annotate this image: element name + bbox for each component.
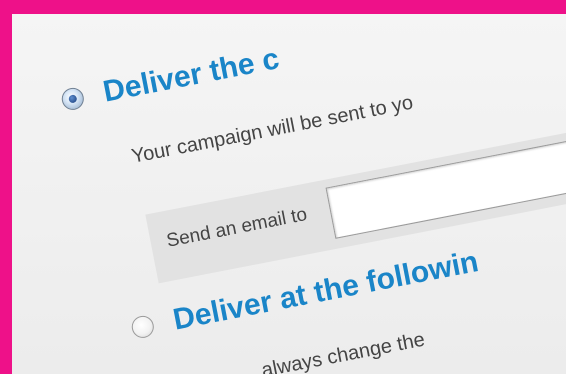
radio-deliver-later[interactable] <box>129 314 156 340</box>
option-deliver-later-description: always change the <box>259 328 427 374</box>
option-deliver-now-label[interactable]: Deliver the c <box>100 42 282 109</box>
delivery-options: Deliver the c Your campaign will be sent… <box>12 14 566 374</box>
send-email-input[interactable] <box>325 117 566 239</box>
radio-deliver-now[interactable] <box>59 86 86 112</box>
option-deliver-now[interactable]: Deliver the c <box>59 42 282 118</box>
send-email-label: Send an email to <box>164 204 309 252</box>
option-deliver-now-description: Your campaign will be sent to yo <box>129 91 415 168</box>
campaign-delivery-panel: Deliver the c Your campaign will be sent… <box>12 14 566 374</box>
